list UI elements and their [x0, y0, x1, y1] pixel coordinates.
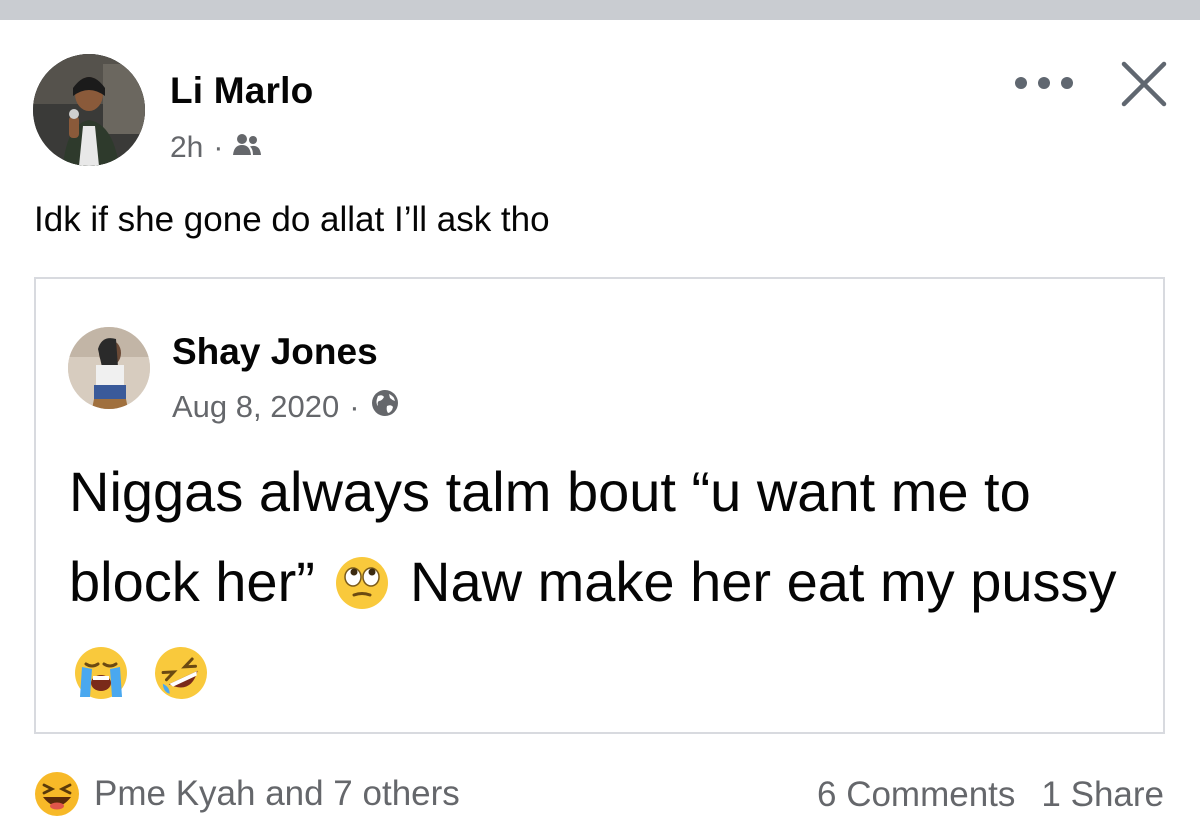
friends-icon[interactable]: [233, 131, 262, 165]
rolling-eyes-emoji: [334, 547, 390, 609]
shared-post-date[interactable]: Aug 8, 2020: [172, 389, 339, 425]
more-options-icon[interactable]: [1015, 66, 1073, 100]
post-meta: 2h ·: [170, 131, 262, 165]
shared-post-text: Niggas always talm bout “u want me to bl…: [69, 447, 1129, 717]
more-dot: [1038, 77, 1050, 89]
author-avatar-image: [33, 54, 145, 166]
post-timestamp[interactable]: 2h: [170, 131, 203, 165]
shares-count[interactable]: 1 Share: [1041, 775, 1164, 815]
reactions-summary[interactable]: Pme Kyah and 7 others: [34, 771, 460, 817]
close-icon[interactable]: [1118, 58, 1170, 110]
comments-count[interactable]: 6 Comments: [817, 775, 1015, 815]
rofl-emoji: [153, 637, 209, 699]
shared-author-name[interactable]: Shay Jones: [172, 331, 378, 373]
more-dot: [1015, 77, 1027, 89]
top-divider-strip: [0, 0, 1200, 20]
loudly-crying-emoji: [73, 637, 129, 699]
shared-text-part2: Naw make her eat my pussy: [410, 550, 1117, 613]
reactions-text[interactable]: Pme Kyah and 7 others: [94, 774, 460, 814]
meta-separator: ·: [213, 131, 224, 164]
shared-author-avatar[interactable]: [68, 327, 150, 409]
meta-separator: ·: [349, 389, 360, 424]
author-name[interactable]: Li Marlo: [170, 70, 313, 112]
shared-avatar-image: [68, 327, 150, 409]
shared-post-meta: Aug 8, 2020 ·: [172, 388, 400, 426]
globe-icon[interactable]: [370, 388, 400, 426]
shared-post-card[interactable]: Shay Jones Aug 8, 2020 · Niggas always t…: [34, 277, 1165, 734]
more-dot: [1061, 77, 1073, 89]
post-text: Idk if she gone do allat I’ll ask tho: [34, 200, 550, 239]
author-avatar[interactable]: [33, 54, 145, 166]
engagement-counts: 6 Comments 1 Share: [817, 775, 1164, 815]
haha-reaction-icon: [35, 772, 79, 816]
